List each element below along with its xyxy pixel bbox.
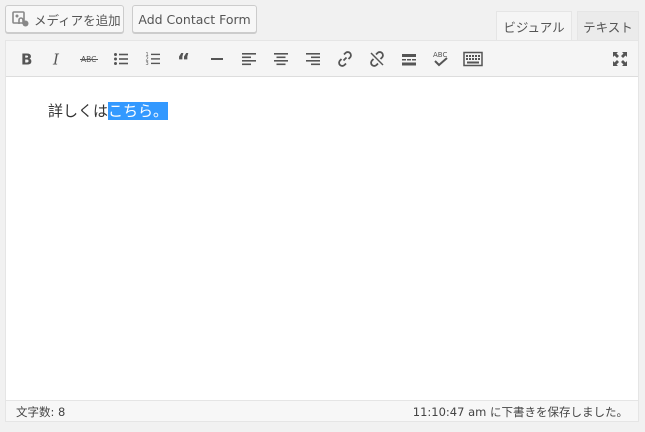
- bold-icon: B: [21, 51, 32, 67]
- remove-link-button[interactable]: [363, 45, 391, 73]
- tab-visual[interactable]: ビジュアル: [496, 11, 572, 40]
- align-right-icon: [306, 53, 320, 66]
- numbered-list-icon: 1 2 3: [146, 52, 160, 67]
- align-right-button[interactable]: [299, 45, 327, 73]
- svg-text:3: 3: [146, 61, 149, 67]
- editor-container: B I ABC 1 2 3 “ ABC 詳しくはこちら。 文字数: 8 11:1…: [5, 40, 639, 422]
- word-count: 文字数: 8: [16, 405, 66, 419]
- align-left-icon: [242, 53, 256, 66]
- read-more-button[interactable]: [395, 45, 423, 73]
- blockquote-button[interactable]: “: [171, 45, 199, 73]
- italic-icon: I: [52, 51, 60, 67]
- format-toolbar: B I ABC 1 2 3 “ ABC: [6, 41, 638, 77]
- editor-status-bar: 文字数: 8 11:10:47 am に下書きを保存しました。: [6, 400, 638, 421]
- svg-text:B: B: [21, 51, 32, 67]
- add-contact-form-label: Add Contact Form: [138, 11, 251, 27]
- selected-text[interactable]: こちら。: [108, 102, 169, 120]
- autosave-status: 11:10:47 am に下書きを保存しました。: [412, 405, 628, 419]
- svg-text:“: “: [177, 51, 190, 67]
- keyboard-icon: [463, 51, 483, 67]
- bulleted-list-button[interactable]: [107, 45, 135, 73]
- svg-text:I: I: [52, 51, 60, 67]
- align-center-icon: [274, 53, 288, 66]
- align-left-button[interactable]: [235, 45, 263, 73]
- unlink-icon: [370, 51, 384, 67]
- italic-button[interactable]: I: [43, 45, 71, 73]
- content-text: 詳しくは: [48, 102, 109, 120]
- blockquote-icon: “: [177, 51, 190, 67]
- bold-button[interactable]: B: [12, 45, 40, 73]
- add-media-label: メディアを追加: [34, 12, 121, 28]
- strikethrough-icon: ABC: [80, 55, 98, 64]
- fullscreen-button[interactable]: [606, 45, 634, 73]
- horizontal-line-icon: [211, 58, 223, 60]
- toolbar-toggle-button[interactable]: [459, 45, 487, 73]
- numbered-list-button[interactable]: 1 2 3: [139, 45, 167, 73]
- tab-text[interactable]: テキスト: [577, 11, 639, 40]
- spellcheck-icon: ABC: [433, 51, 448, 67]
- read-more-icon: [402, 54, 416, 66]
- add-contact-form-button[interactable]: Add Contact Form: [132, 5, 257, 33]
- editor-top-bar: メディアを追加 Add Contact Form ビジュアル テキスト: [0, 0, 645, 40]
- bulleted-list-icon: [114, 53, 128, 65]
- add-media-icon: [12, 9, 30, 29]
- editor-content-area[interactable]: 詳しくはこちら。: [6, 78, 638, 400]
- tab-visual-label: ビジュアル: [503, 19, 565, 35]
- spellcheck-button[interactable]: ABC: [427, 45, 455, 73]
- strikethrough-button[interactable]: ABC: [75, 45, 103, 73]
- align-center-button[interactable]: [267, 45, 295, 73]
- fullscreen-icon: [613, 52, 627, 66]
- spellcheck-glyph: ABC: [433, 51, 447, 59]
- insert-link-button[interactable]: [331, 45, 359, 73]
- link-icon: [338, 51, 352, 67]
- horizontal-line-button[interactable]: [203, 45, 231, 73]
- add-media-button[interactable]: メディアを追加: [5, 5, 124, 33]
- tab-text-label: テキスト: [583, 19, 633, 35]
- content-paragraph[interactable]: 詳しくはこちら。: [48, 100, 169, 122]
